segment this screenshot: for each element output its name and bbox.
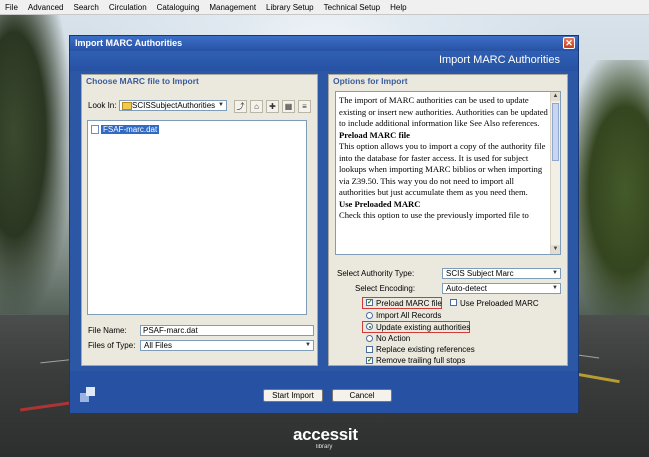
remove-stops-label: Remove trailing full stops <box>376 356 466 365</box>
update-existing-label: Update existing authorities <box>376 323 471 332</box>
info-paragraph: The import of MARC authorities can be us… <box>339 95 548 128</box>
home-icon[interactable]: ⌂ <box>250 100 263 113</box>
scroll-up-icon[interactable]: ▲ <box>551 92 560 101</box>
preload-label: Preload MARC file <box>376 299 442 308</box>
use-preloaded-checkbox[interactable] <box>450 299 457 306</box>
info-text-box[interactable]: The import of MARC authorities can be us… <box>335 91 561 255</box>
update-existing-radio[interactable] <box>366 323 373 330</box>
chevron-down-icon: ▼ <box>218 102 224 108</box>
ground-stripe <box>20 401 70 412</box>
menu-search[interactable]: Search <box>68 3 103 12</box>
preload-checkbox[interactable]: ✓ <box>366 299 373 306</box>
look-in-label: Look In: <box>88 101 117 110</box>
file-item-name: FSAF-marc.dat <box>101 124 160 134</box>
menu-circulation[interactable]: Circulation <box>104 3 152 12</box>
folder-icon <box>122 102 132 110</box>
info-paragraph: This option allows you to import a copy … <box>339 141 546 197</box>
brand-logo: accessit <box>293 425 358 444</box>
menu-cataloguing[interactable]: Cataloguing <box>152 3 205 12</box>
chevron-down-icon: ▼ <box>552 270 558 276</box>
options-heading: Options for Import <box>329 75 567 89</box>
background-tree-left <box>0 14 70 314</box>
dialog-header-title: Import MARC Authorities <box>438 54 560 66</box>
menu-file[interactable]: File <box>0 3 23 12</box>
info-scrollbar[interactable]: ▲ ▼ <box>550 92 560 254</box>
info-heading: Preload MARC file <box>339 129 410 140</box>
chevron-down-icon: ▼ <box>552 285 558 291</box>
import-marc-dialog: Import MARC Authorities ✕ Import MARC Au… <box>69 35 579 413</box>
chevron-down-icon: ▼ <box>305 342 311 348</box>
use-preloaded-label: Use Preloaded MARC <box>460 299 539 308</box>
files-of-type-label: Files of Type: <box>88 341 136 350</box>
details-view-icon[interactable]: ≡ <box>298 100 311 113</box>
authority-type-label: Select Authority Type: <box>337 269 415 278</box>
menu-library-setup[interactable]: Library Setup <box>261 3 319 12</box>
dialog-titlebar[interactable]: Import MARC Authorities ✕ <box>70 36 578 51</box>
authority-type-value: SCIS Subject Marc <box>446 269 514 278</box>
remove-stops-checkbox[interactable]: ✓ <box>366 357 373 364</box>
authority-type-select[interactable]: SCIS Subject Marc ▼ <box>442 268 561 279</box>
choose-file-panel: Choose MARC file to Import Look In: SCIS… <box>81 74 318 366</box>
look-in-value: SCISSubjectAuthorities <box>132 101 216 110</box>
scroll-thumb[interactable] <box>552 103 559 161</box>
files-of-type-select[interactable]: All Files ▼ <box>140 340 314 351</box>
encoding-select[interactable]: Auto-detect ▼ <box>442 283 561 294</box>
file-name-input[interactable]: PSAF-marc.dat <box>140 325 314 336</box>
encoding-label: Select Encoding: <box>355 284 416 293</box>
info-paragraph: Check this option to use the previously … <box>339 210 529 220</box>
import-all-radio[interactable] <box>366 312 373 319</box>
dialog-content: Choose MARC file to Import Look In: SCIS… <box>70 71 578 371</box>
up-folder-icon[interactable]: ⤴ <box>234 100 247 113</box>
menu-management[interactable]: Management <box>204 3 261 12</box>
file-list[interactable]: FSAF-marc.dat <box>87 120 307 315</box>
start-import-button[interactable]: Start Import <box>263 389 323 402</box>
list-view-icon[interactable]: ▦ <box>282 100 295 113</box>
app-logo-icon <box>80 387 96 403</box>
dialog-header: Import MARC Authorities <box>70 51 578 71</box>
close-icon[interactable]: ✕ <box>563 37 575 49</box>
scroll-down-icon[interactable]: ▼ <box>551 245 560 254</box>
dialog-title: Import MARC Authorities <box>75 38 183 48</box>
look-in-select[interactable]: SCISSubjectAuthorities ▼ <box>119 100 227 111</box>
files-of-type-value: All Files <box>144 341 173 350</box>
no-action-radio[interactable] <box>366 335 373 342</box>
background-tree-right <box>569 60 649 320</box>
replace-refs-label: Replace existing references <box>376 345 475 354</box>
no-action-label: No Action <box>376 334 411 343</box>
menu-help[interactable]: Help <box>385 3 411 12</box>
file-name-label: File Name: <box>88 326 127 335</box>
info-text: The import of MARC authorities can be us… <box>339 95 551 222</box>
choose-file-heading: Choose MARC file to Import <box>82 75 317 89</box>
new-folder-icon[interactable]: ✚ <box>266 100 279 113</box>
menu-advanced[interactable]: Advanced <box>23 3 69 12</box>
brand-subtitle: library <box>316 444 333 450</box>
dialog-footer: Start Import Cancel <box>70 371 578 413</box>
info-heading: Use Preloaded MARC <box>339 198 421 209</box>
import-options-panel: Options for Import The import of MARC au… <box>328 74 568 366</box>
import-all-label: Import All Records <box>376 311 442 320</box>
cancel-button[interactable]: Cancel <box>332 389 392 402</box>
encoding-value: Auto-detect <box>446 284 487 293</box>
menu-technical-setup[interactable]: Technical Setup <box>319 3 385 12</box>
replace-refs-checkbox[interactable] <box>366 346 373 353</box>
file-icon <box>91 124 99 134</box>
list-item[interactable]: FSAF-marc.dat <box>90 124 161 134</box>
menu-bar: File Advanced Search Circulation Catalog… <box>0 0 649 15</box>
